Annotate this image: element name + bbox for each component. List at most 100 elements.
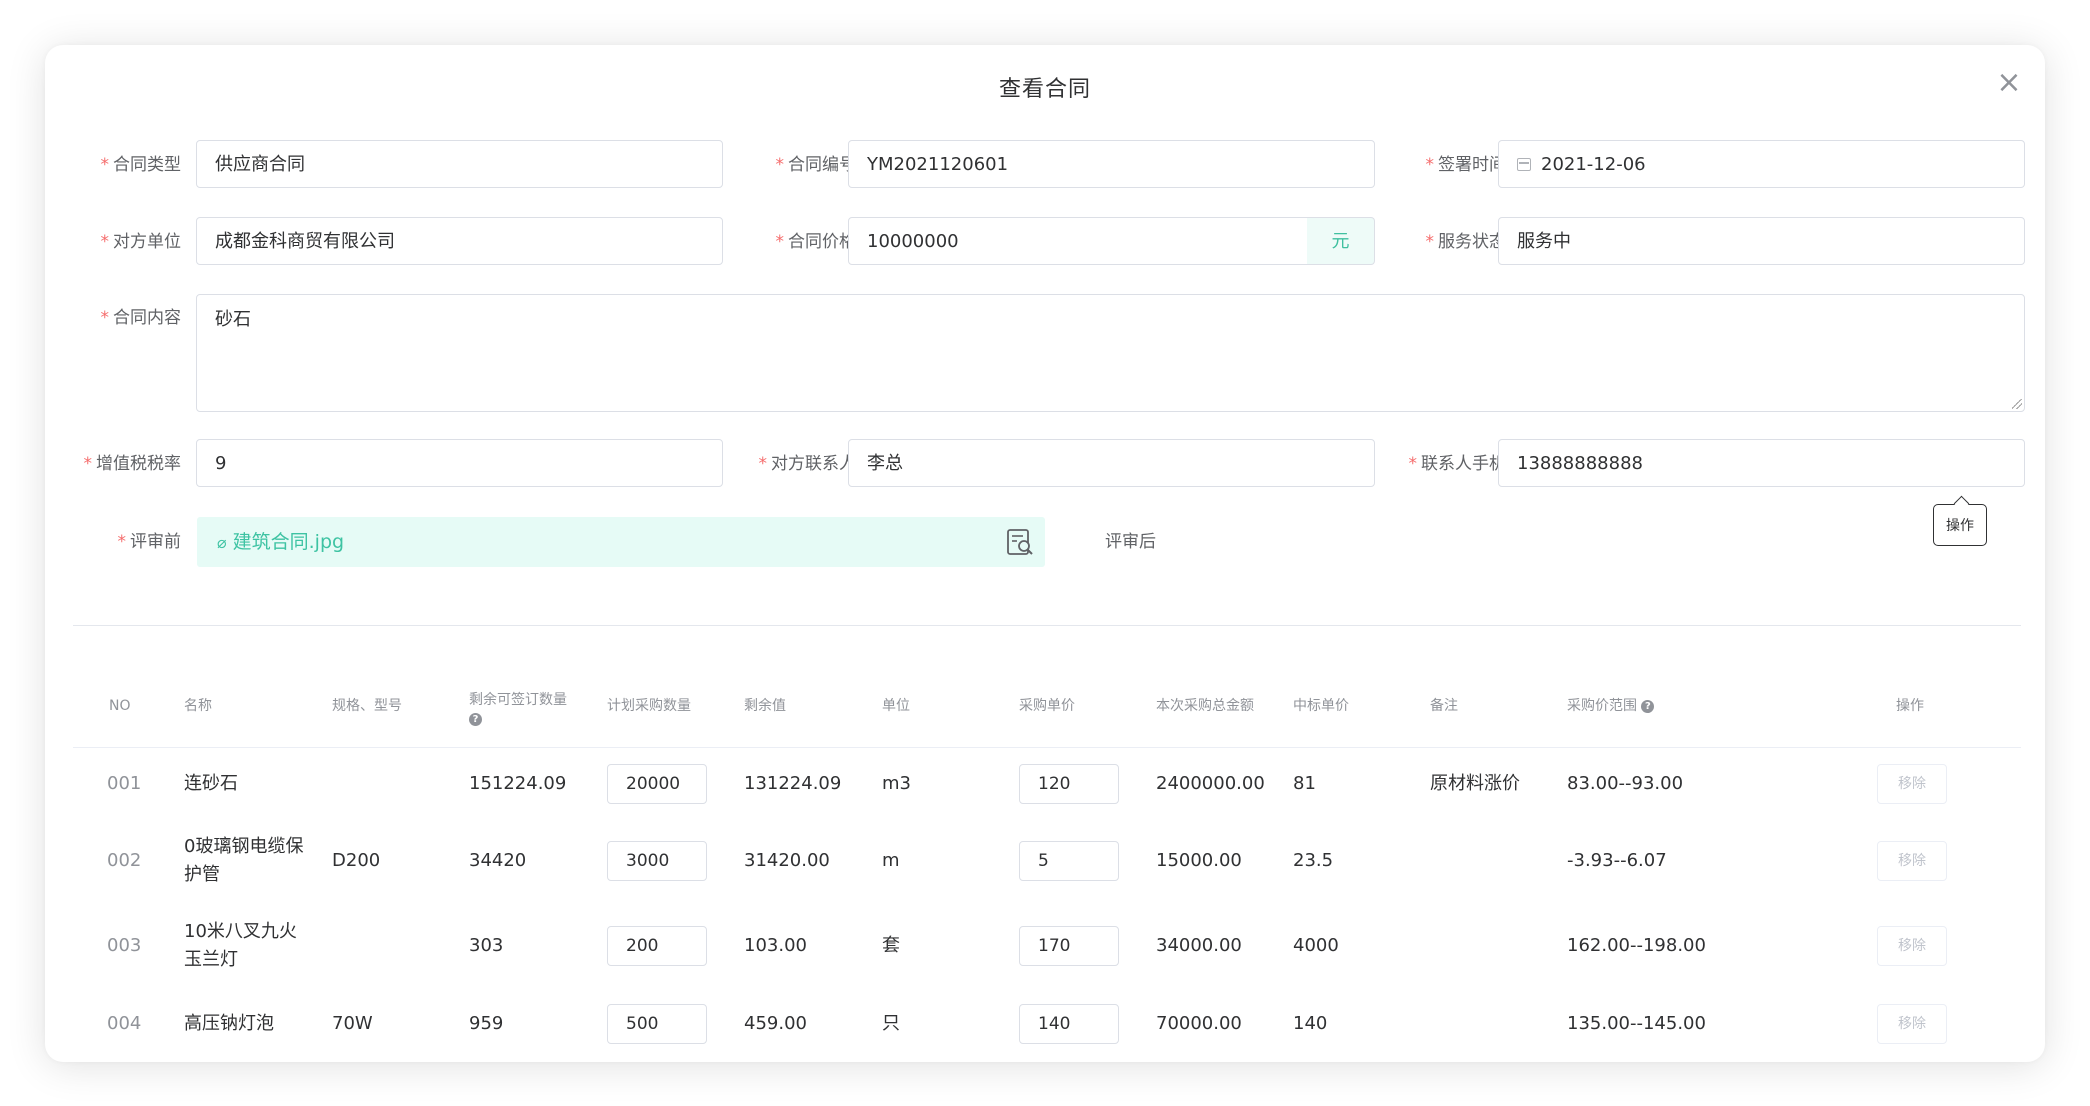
cell-remaining: 959 [469,1013,504,1034]
question-circle-icon[interactable]: ? [1641,699,1655,713]
th-unit-price: 采购单价 [1019,698,1075,714]
table-row: 002 0玻璃钢电缆保护管 D200 34420 3000 31420.00 m… [73,819,2021,904]
planned-qty-input[interactable]: 200 [607,926,707,966]
contract-type-field[interactable]: 供应商合同 [196,140,723,188]
vat-rate-label: * 增值税税率 [83,454,182,474]
cell-remaining: 151224.09 [469,772,567,794]
operation-tooltip: 操作 [1933,504,1987,546]
service-status-field[interactable]: 服务中 [1498,217,2025,265]
content-value: 砂石 [215,309,251,330]
planned-qty-input[interactable]: 3000 [607,841,707,881]
cell-remaining: 34420 [469,850,527,871]
contract-no-label: * 合同编号 [775,155,857,175]
form-row-2: * 对方单位 成都金科商贸有限公司 * 合同价格 10000000 元 * 服务状态 … [45,217,2045,267]
after-review-label: 评审后 [1105,532,1156,552]
unit-price-input-cell: 5 [1019,819,1119,903]
planned-qty-input-cell: 3000 [607,819,707,903]
cell-bid-price: 81 [1293,772,1316,794]
close-icon[interactable]: × [1991,65,2027,101]
cell-price-range: 135.00--145.00 [1567,1013,1706,1034]
th-remaining: 剩余可签订数量 ? [469,691,567,726]
cell-bid-price: 140 [1293,1013,1328,1034]
cell-total: 2400000.00 [1156,772,1265,794]
remove-cell: 移除 [1877,819,1947,903]
th-planned-qty: 计划采购数量 [607,698,691,714]
document-search-icon[interactable] [1005,527,1035,557]
counterparty-label: * 对方单位 [100,232,182,252]
cell-unit: m [882,850,900,871]
cell-remaining-value: 131224.09 [744,772,842,794]
cell-total: 34000.00 [1156,935,1242,956]
th-bid-price: 中标单价 [1293,698,1349,714]
remove-cell: 移除 [1877,903,1947,989]
vat-rate-field[interactable]: 9 [196,439,723,487]
paperclip-icon: ⌀ [217,533,227,552]
remove-button[interactable]: 移除 [1877,926,1947,966]
th-name: 名称 [184,698,212,714]
unit-price-input[interactable]: 170 [1019,926,1119,966]
sign-date-field[interactable]: 2021-12-06 [1498,140,2025,188]
cell-name: 0玻璃钢电缆保护管 [184,836,304,885]
price-label: * 合同价格 [775,232,857,252]
counterparty-field[interactable]: 成都金科商贸有限公司 [196,217,723,265]
contact-label: * 对方联系人 [758,454,857,474]
th-spec: 规格、型号 [332,698,402,714]
resize-grip-icon[interactable] [2012,399,2022,409]
content-textarea[interactable]: 砂石 [196,294,2025,412]
cell-unit: 套 [882,935,900,956]
th-price-range: 采购价范围 ? [1567,665,1655,747]
th-no: NO [109,698,131,714]
sign-date-label: * 签署时间 [1425,155,1507,175]
cell-remaining-value: 459.00 [744,1013,807,1034]
cell-price-range: 162.00--198.00 [1567,935,1706,956]
content-label: * 合同内容 [100,308,182,328]
cell-name: 连砂石 [184,772,238,794]
cell-remaining: 303 [469,935,504,956]
contract-type-label: * 合同类型 [100,155,182,175]
cell-remaining-value: 31420.00 [744,850,830,871]
remove-cell: 移除 [1877,748,1947,819]
th-total-amount: 本次采购总金额 [1156,698,1254,714]
unit-price-input[interactable]: 120 [1019,763,1119,804]
cell-spec: D200 [332,850,381,871]
planned-qty-input[interactable]: 20000 [607,763,707,804]
cell-total: 15000.00 [1156,850,1242,871]
table-row: 004 高压钠灯泡 70W 959 500 459.00 只 140 70000… [73,989,2021,1060]
unit-price-input[interactable]: 5 [1019,841,1119,881]
remove-button[interactable]: 移除 [1877,1004,1947,1044]
before-review-file-link[interactable]: ⌀ 建筑合同.jpg [217,517,344,567]
cell-remark: 原材料涨价 [1430,772,1520,794]
remove-button[interactable]: 移除 [1877,841,1947,881]
unit-price-input-cell: 120 [1019,748,1119,819]
cell-total: 70000.00 [1156,1013,1242,1034]
phone-field[interactable]: 13888888888 [1498,439,2025,487]
question-circle-icon[interactable]: ? [469,712,482,726]
planned-qty-input-cell: 20000 [607,748,707,819]
table-header: NO 名称 规格、型号 剩余可签订数量 ? 计划采购数量 剩余值 单位 采购单价… [73,665,2021,748]
unit-price-input[interactable]: 140 [1019,1004,1119,1044]
table-row: 001 连砂石 151224.09 20000 131224.09 m3 120… [73,748,2021,820]
cell-price-range: -3.93--6.07 [1567,850,1667,871]
contract-no-field[interactable]: YM2021120601 [848,140,1375,188]
cell-bid-price: 23.5 [1293,850,1334,871]
th-remaining-value: 剩余值 [744,698,786,714]
cell-no: 004 [107,1013,142,1034]
planned-qty-input[interactable]: 500 [607,1004,707,1044]
before-review-upload: ⌀ 建筑合同.jpg [197,517,1045,567]
contact-field[interactable]: 李总 [848,439,1375,487]
remove-button[interactable]: 移除 [1877,763,1947,804]
cell-no: 002 [107,850,142,871]
remove-cell: 移除 [1877,989,1947,1059]
planned-qty-input-cell: 500 [607,989,707,1059]
cell-price-range: 83.00--93.00 [1567,772,1684,794]
before-review-label: * 评审前 [117,532,182,552]
form-row-4: * 增值税税率 9 * 对方联系人 李总 * 联系人手机 13888888888 [45,439,2045,489]
th-unit: 单位 [882,698,910,714]
form-row-1: * 合同类型 供应商合同 * 合同编号 YM2021120601 * 签署时间 202… [45,140,2045,190]
unit-price-input-cell: 140 [1019,989,1119,1059]
phone-label: * 联系人手机 [1408,454,1507,474]
contract-dialog: 查看合同 × * 合同类型 供应商合同 * 合同编号 YM2021120601 * 签… [45,45,2045,1062]
dialog-title: 查看合同 [998,77,1091,102]
price-field[interactable]: 10000000 [848,217,1308,265]
cell-unit: m3 [882,772,911,794]
